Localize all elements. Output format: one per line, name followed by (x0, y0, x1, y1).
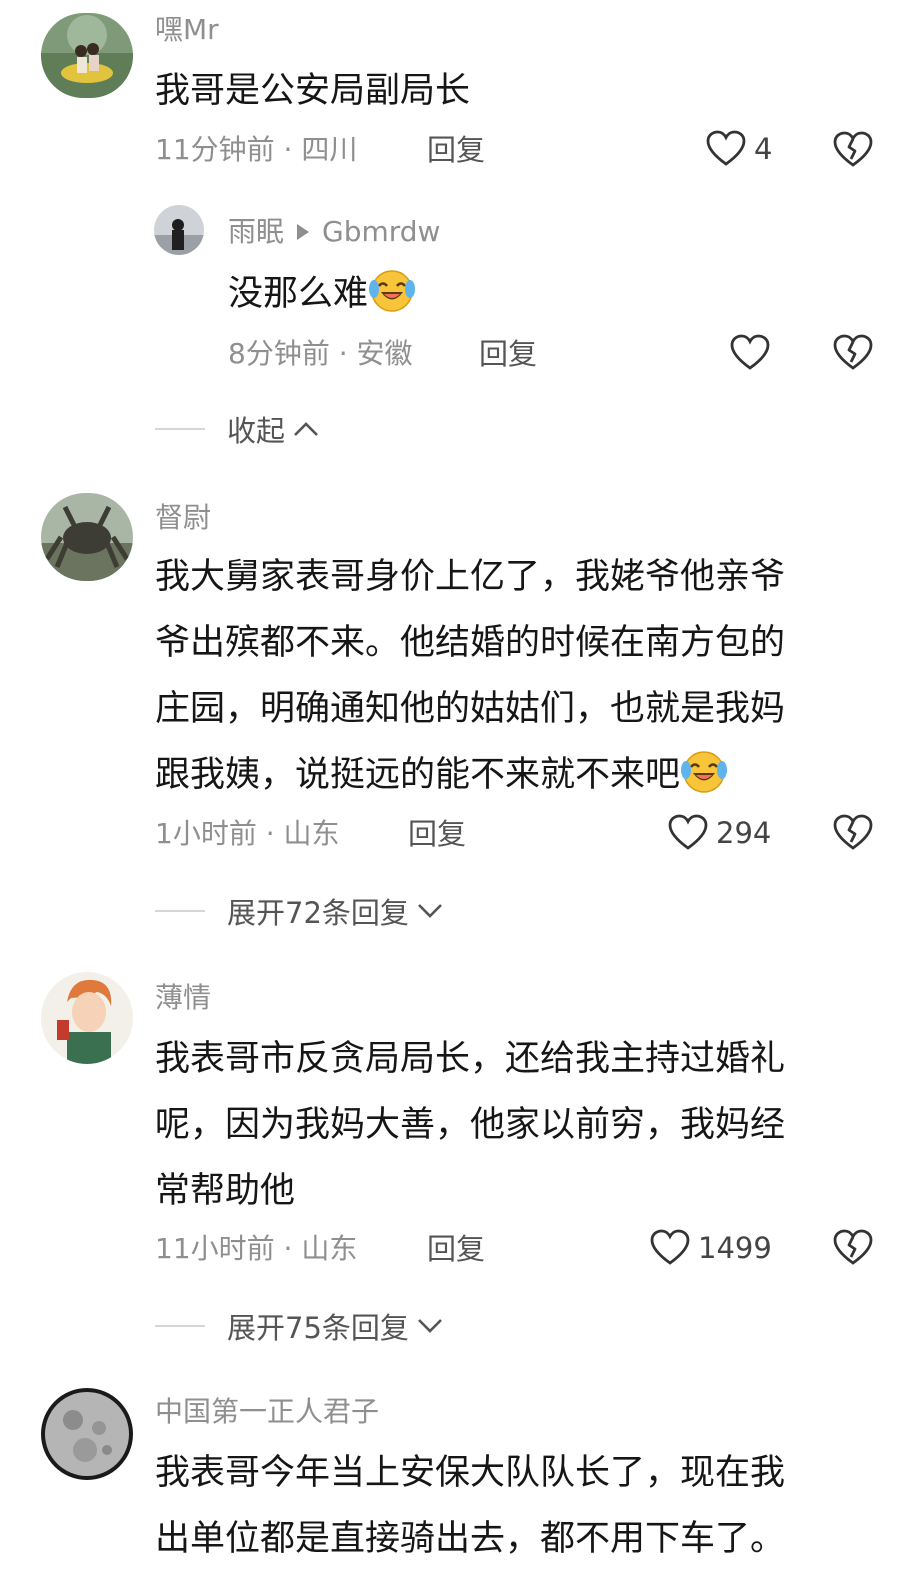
reply-text-row: 没那么难 (228, 261, 828, 335)
divider-line (155, 428, 205, 430)
comment-meta: 1小时前 · 山东 (155, 817, 340, 850)
broken-heart-icon (833, 131, 873, 167)
chevron-down-icon (417, 1319, 442, 1333)
comment-text-line: 爷出殡都不来。他结婚的时候在南方包的 (155, 623, 786, 663)
heart-icon (650, 1229, 690, 1265)
like-button[interactable]: 1499 (650, 1229, 772, 1267)
dislike-button[interactable] (833, 814, 873, 852)
expand-label: 展开75条回复 (227, 1311, 409, 1345)
comment-text-line: 我大舅家表哥身价上亿了，我姥爷他亲爷 (155, 557, 786, 597)
comment-text-line: 我表哥市反贪局局长，还给我主持过婚礼 (155, 1039, 786, 1079)
comment-text-line: 我表哥今年当上安保大队队长了，现在我 (155, 1453, 786, 1493)
broken-heart-icon (833, 814, 873, 850)
comment-meta: 11小时前 · 山东 (155, 1232, 358, 1265)
reply-text: 没那么难 (228, 274, 369, 314)
comment-username[interactable]: 薄情 (155, 980, 211, 1016)
divider-line (155, 910, 205, 912)
comment-meta: 11分钟前 · 四川 (155, 133, 358, 166)
reply-username[interactable]: 雨眠 (228, 214, 284, 250)
comment-text: 我表哥市反贪局局长，还给我主持过婚礼 呢，因为我妈大善，他家以前穷，我妈经 常帮… (155, 1026, 855, 1224)
like-count: 4 (754, 132, 773, 166)
like-count: 294 (716, 816, 772, 850)
comment-text-line: 跟我姨，说挺远的能不来就不来吧 (155, 755, 681, 795)
comment-text: 我大舅家表哥身价上亿了，我姥爷他亲爷 爷出殡都不来。他结婚的时候在南方包的 庄园… (155, 544, 855, 816)
chevron-down-icon (417, 904, 442, 918)
comment-username[interactable]: 嘿Mr (155, 12, 219, 48)
avatar[interactable] (41, 972, 133, 1064)
laughing-crying-emoji-icon (680, 748, 728, 816)
avatar-image (41, 972, 133, 1064)
heart-icon (706, 130, 746, 166)
comment-username[interactable]: 中国第一正人君子 (155, 1394, 379, 1430)
dislike-button[interactable] (833, 334, 873, 372)
reply-button[interactable]: 回复 (408, 816, 466, 852)
like-count: 1499 (698, 1231, 772, 1265)
avatar[interactable] (41, 493, 133, 581)
broken-heart-icon (833, 1229, 873, 1265)
broken-heart-icon (833, 334, 873, 370)
avatar[interactable] (41, 13, 133, 98)
avatar-image (41, 1388, 133, 1480)
avatar[interactable] (41, 1388, 133, 1480)
reply-avatar[interactable] (154, 205, 204, 255)
reply-to-username[interactable]: Gbmrdw (322, 214, 440, 250)
comment-username[interactable]: 督尉 (155, 500, 211, 536)
comment-text-line: 常帮助他 (155, 1171, 296, 1211)
play-arrow-icon (297, 224, 310, 240)
collapse-label: 收起 (227, 414, 286, 448)
laughing-crying-emoji-icon (368, 267, 416, 335)
dislike-button[interactable] (833, 1229, 873, 1267)
avatar-image (41, 13, 133, 98)
comment-text-line: 出单位都是直接骑出去，都不用下车了。 (155, 1519, 786, 1559)
reply-meta: 8分钟前 · 安徽 (228, 337, 413, 370)
avatar-image (154, 205, 204, 255)
reply-button[interactable]: 回复 (427, 132, 485, 168)
expand-replies-button[interactable]: 展开75条回复 (155, 1305, 443, 1347)
comment-text-line: 庄园，明确通知他的姑姑们，也就是我妈 (155, 689, 786, 729)
like-button[interactable] (730, 334, 770, 372)
comment-text: 我哥是公安局副局长 (155, 71, 471, 111)
avatar-image (41, 493, 133, 581)
reply-button[interactable]: 回复 (427, 1231, 485, 1267)
collapse-replies-button[interactable]: 收起 (155, 408, 319, 450)
heart-icon (730, 334, 770, 370)
like-button[interactable]: 4 (706, 130, 772, 168)
like-button[interactable]: 294 (668, 814, 771, 852)
expand-replies-button[interactable]: 展开72条回复 (155, 890, 443, 932)
chevron-up-icon (294, 422, 318, 436)
reply-username-row: 雨眠 Gbmrdw (228, 214, 440, 250)
comment-text: 我表哥今年当上安保大队队长了，现在我 出单位都是直接骑出去，都不用下车了。 (155, 1440, 855, 1572)
expand-label: 展开72条回复 (227, 896, 409, 930)
heart-icon (668, 814, 708, 850)
reply-button[interactable]: 回复 (479, 336, 537, 372)
dislike-button[interactable] (833, 131, 873, 169)
comment-text-line: 呢，因为我妈大善，他家以前穷，我妈经 (155, 1105, 786, 1145)
divider-line (155, 1325, 205, 1327)
